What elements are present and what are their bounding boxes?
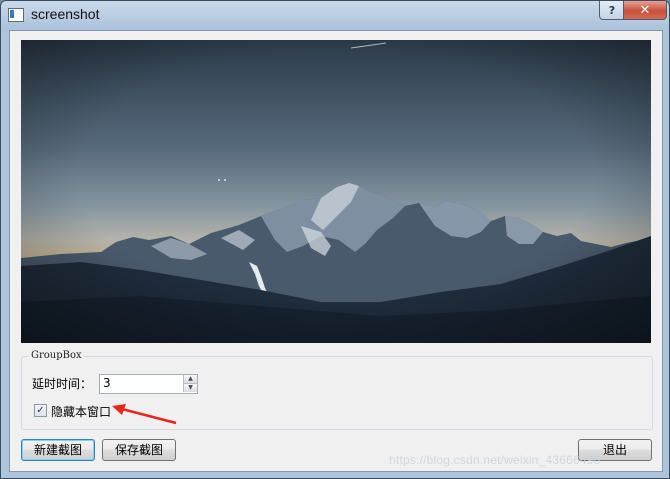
delay-time-value[interactable]: 3 (103, 376, 111, 390)
delay-time-spinbox[interactable]: 3 ▲ ▼ (99, 374, 198, 394)
close-button[interactable]: ✕ (623, 1, 667, 20)
spin-down-icon[interactable]: ▼ (183, 384, 197, 392)
help-button[interactable]: ? (599, 1, 625, 20)
main-window: screenshot ? ✕ GroupBox 延时时间： 3 ▲ ▼ ✓ 隐藏… (0, 0, 670, 479)
client-area: GroupBox 延时时间： 3 ▲ ▼ ✓ 隐藏本窗口 新建截图 保存截图 退… (9, 30, 663, 472)
save-screenshot-button[interactable]: 保存截图 (102, 439, 176, 461)
groupbox-title: GroupBox (29, 350, 84, 361)
watermark-text: https://blog.csdn.net/weixin_43666496 (389, 453, 601, 467)
screenshot-preview-image (21, 40, 651, 343)
red-arrow-annotation-icon (112, 404, 177, 425)
app-window-icon (8, 8, 24, 22)
hide-window-checkbox[interactable]: ✓ (34, 404, 47, 417)
new-screenshot-button[interactable]: 新建截图 (21, 439, 95, 461)
delay-time-label: 延时时间： (32, 377, 93, 391)
spin-up-icon[interactable]: ▲ (183, 375, 197, 384)
window-title: screenshot (31, 6, 100, 22)
title-bar[interactable]: screenshot ? ✕ (1, 1, 669, 29)
